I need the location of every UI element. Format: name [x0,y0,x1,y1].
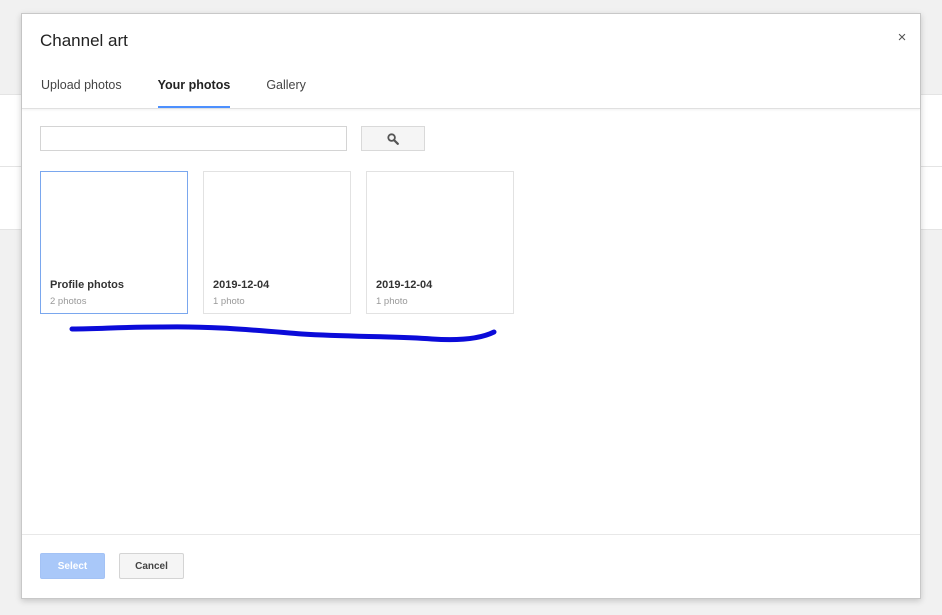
search-button[interactable] [361,126,425,151]
search-icon [387,132,399,145]
album-tile[interactable]: 2019-12-04 1 photo [203,171,351,314]
cancel-button[interactable]: Cancel [119,553,184,579]
album-tile[interactable]: 2019-12-04 1 photo [366,171,514,314]
album-name: Profile photos [50,279,124,291]
tab-gallery[interactable]: Gallery [248,70,324,108]
tab-bar: Upload photos Your photos Gallery [22,70,324,108]
album-name: 2019-12-04 [213,279,270,291]
dialog-footer: Select Cancel [22,534,920,598]
search-row [40,126,425,151]
close-icon[interactable]: × [894,30,910,46]
search-input[interactable] [40,126,347,151]
album-count: 1 photo [213,296,245,307]
dialog-header: Channel art × Upload photos Your photos … [22,14,920,109]
tab-upload-photos[interactable]: Upload photos [22,70,140,108]
album-count: 1 photo [376,296,408,307]
dialog-title: Channel art [40,31,128,50]
tab-your-photos[interactable]: Your photos [140,70,249,108]
album-grid: Profile photos 2 photos 2019-12-04 1 pho… [40,171,529,314]
album-tile-profile-photos[interactable]: Profile photos 2 photos [40,171,188,314]
album-count: 2 photos [50,296,87,307]
album-name: 2019-12-04 [376,279,433,291]
channel-art-dialog: Channel art × Upload photos Your photos … [21,13,921,599]
select-button[interactable]: Select [40,553,105,579]
